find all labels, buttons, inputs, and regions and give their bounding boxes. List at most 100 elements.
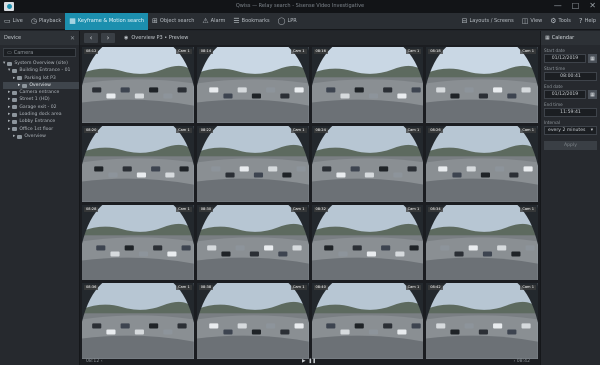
thumbnail-timestamp: 08:42 (428, 285, 443, 291)
calendar-icon: ▦ (545, 35, 550, 41)
motion-search-icon: ▦ (69, 16, 76, 25)
title-bar: Qwiss — Relay search - Sisense Video Inv… (0, 0, 600, 13)
tree-item[interactable]: ▸ Street 1 (HD) (3, 96, 79, 103)
toolbar-item-tools[interactable]: ⚙ Tools (546, 13, 575, 30)
thumbnail-timestamp: 08:32 (313, 206, 328, 212)
help-icon: ? (578, 16, 583, 25)
pause-icon[interactable]: ❚❚ (309, 359, 317, 364)
end-date-picker-icon[interactable]: ▦ (588, 90, 597, 99)
tree-item-label: Loading dock area (19, 112, 62, 118)
tree-item[interactable]: ▾ Building Entrance - 01 (3, 67, 79, 74)
thumbnail-camera-label: Cam 1 (405, 49, 422, 54)
back-button[interactable]: ‹ (84, 33, 98, 43)
end-time-field[interactable]: 11:59:41 (544, 108, 597, 117)
end-date-field[interactable]: 01/12/2019 (544, 90, 586, 99)
chevron-right-icon[interactable]: ▸ (8, 104, 10, 111)
toolbar-item-alarm[interactable]: ⚠ Alarm (198, 13, 229, 30)
start-date-field[interactable]: 01/12/2019 (544, 54, 586, 63)
toolbar-item-view[interactable]: ◫ View (518, 13, 547, 30)
chevron-down-icon: ▾ (590, 128, 593, 133)
tree-item[interactable]: ▸ Office 1st floor (3, 126, 79, 133)
thumbnail-timestamp: 08:18 (428, 49, 443, 54)
main-view: ‹ › ◉ Overview P3 • Preview 08:12 Cam 1 08… (80, 31, 540, 365)
toolbar-item-keyframe-motion-search[interactable]: ▦ Keyframe & Motion search (65, 12, 149, 30)
camera-thumbnail[interactable]: 08:36 Cam 1 (82, 283, 194, 359)
toolbar-item-lpr[interactable]: ◯ LPR (274, 13, 301, 30)
start-date-picker-icon[interactable]: ▦ (588, 54, 597, 63)
interval-select[interactable]: every 2 minutes ▾ (544, 126, 597, 135)
chevron-right-icon[interactable]: ▸ (13, 133, 15, 140)
tree-item[interactable]: ▸ Camera entrance (3, 89, 79, 96)
tree-item-label: Office 1st floor (19, 126, 54, 132)
camera-thumbnail[interactable]: 08:42 Cam 1 (426, 283, 538, 359)
camera-thumbnail[interactable]: 08:28 Cam 1 (82, 204, 194, 281)
camera-thumbnail[interactable]: 08:38 Cam 1 (196, 283, 309, 359)
minimize-icon[interactable]: — (554, 1, 562, 10)
tree-item[interactable]: ▸ Lobby Entrance (3, 118, 79, 125)
timeline-start[interactable]: 08:12 ‹ (86, 359, 103, 364)
tree-item[interactable]: ▾ System Overview (site) (3, 60, 79, 67)
camera-thumbnail[interactable]: 08:24 Cam 1 (311, 125, 424, 202)
toolbar-item-label: Live (12, 18, 23, 24)
timeline-end[interactable]: › 08:42 (513, 359, 530, 364)
camera-icon (7, 61, 13, 66)
start-time-field[interactable]: 08:00:41 (544, 72, 597, 81)
forward-button[interactable]: › (101, 33, 115, 43)
toolbar-item-object-search[interactable]: ⊞ Object search (148, 13, 198, 30)
camera-icon (17, 134, 23, 139)
camera-thumbnail[interactable]: 08:40 Cam 1 (311, 283, 424, 359)
camera-thumbnail[interactable]: 08:20 Cam 1 (82, 125, 194, 202)
maximize-icon[interactable]: □ (572, 1, 580, 10)
window-controls: — □ ✕ (554, 1, 596, 10)
toolbar-item-label: Layouts / Screens (469, 18, 514, 24)
toolbar-item-label: View (530, 18, 543, 24)
chevron-right-icon[interactable]: ▸ (8, 111, 10, 118)
thumbnail-timestamp: 08:26 (428, 127, 443, 133)
thumbnail-camera-label: Cam 1 (520, 285, 536, 291)
toolbar-item-live[interactable]: ▭ Live (0, 13, 27, 30)
toolbar-item-label: Keyframe & Motion search (77, 18, 145, 24)
sidebar-close-icon[interactable]: ✕ (70, 35, 75, 42)
tree-item[interactable]: ▸ Garage exit - 02 (3, 104, 79, 111)
chevron-down-icon[interactable]: ▾ (8, 67, 10, 74)
tree-item[interactable]: ▸ Loading dock area (3, 111, 79, 118)
tree-item-label: System Overview (site) (14, 61, 68, 66)
sidebar-search-input[interactable]: ▭ Camera (3, 48, 76, 57)
chevron-right-icon[interactable]: ▸ (8, 96, 10, 103)
tree-item[interactable]: ▸ Parking lot P3 (3, 75, 79, 82)
device-tree: ▾ System Overview (site) ▾ Building Entranc… (0, 60, 79, 140)
toolbar-item-help[interactable]: ? Help (575, 13, 600, 30)
toolbar-item-bookmarks[interactable]: ☰ Bookmarks (229, 13, 273, 30)
camera-thumbnail[interactable]: 08:14 Cam 1 (196, 47, 309, 123)
camera-thumbnail[interactable]: 08:16 Cam 1 (311, 47, 424, 123)
tree-item[interactable]: ▸ Overview (3, 133, 79, 140)
chevron-right-icon[interactable]: ▸ (8, 126, 10, 133)
camera-thumbnail[interactable]: 08:26 Cam 1 (426, 125, 538, 202)
thumbnail-grid: 08:12 Cam 1 08:14 Cam 1 08:16 Cam 1 08:18 Cam 1… (82, 47, 538, 359)
camera-thumbnail[interactable]: 08:18 Cam 1 (426, 47, 538, 123)
thumbnail-timestamp: 08:40 (313, 285, 328, 291)
chevron-right-icon[interactable]: ▸ (8, 118, 10, 125)
camera-thumbnail[interactable]: 08:34 Cam 1 (426, 204, 538, 281)
chevron-right-icon[interactable]: ▸ (13, 75, 15, 82)
chevron-right-icon[interactable]: ▸ (8, 89, 10, 96)
chevron-right-icon[interactable]: ▸ (18, 82, 20, 89)
start-time-label: Start time (544, 66, 566, 71)
camera-thumbnail[interactable]: 08:12 Cam 1 (82, 47, 194, 123)
camera-thumbnail[interactable]: 08:32 Cam 1 (311, 204, 424, 281)
toolbar-item-playback[interactable]: ◷ Playback (27, 13, 65, 30)
camera-thumbnail[interactable]: 08:30 Cam 1 (196, 204, 309, 281)
close-icon[interactable]: ✕ (589, 1, 596, 10)
apply-button[interactable]: Apply (544, 141, 597, 150)
calendar-title: Calendar (551, 35, 575, 41)
camera-thumbnail[interactable]: 08:22 Cam 1 (196, 125, 309, 202)
lpr-icon: ◯ (277, 16, 286, 25)
tree-item[interactable]: ▸ Overview (3, 81, 79, 90)
toolbar-item-label: Playback (38, 18, 62, 24)
chevron-down-icon[interactable]: ▾ (3, 60, 5, 67)
toolbar-item-label: Bookmarks (241, 18, 270, 24)
thumbnail-camera-label: Cam 1 (290, 285, 307, 291)
calendar-panel: ▦ Calendar Start date 01/12/2019 ▦ Start… (540, 31, 600, 365)
play-icon[interactable]: ▶ (302, 359, 306, 364)
toolbar-item-layouts-screens[interactable]: ⊟ Layouts / Screens (458, 13, 518, 30)
